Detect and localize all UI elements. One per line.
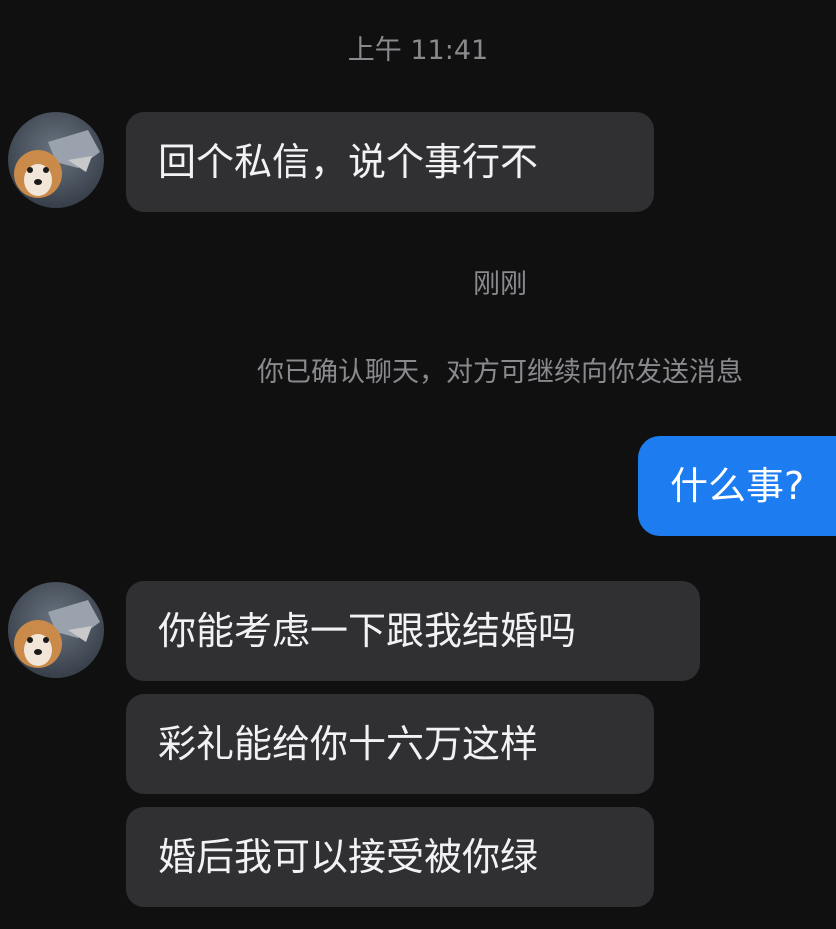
message-bubble-incoming[interactable]: 回个私信，说个事行不 [126,112,654,212]
avatar-image [8,112,104,208]
chat-view: 上午 11:41 回个私信，说个事行不 刚刚 你已确认聊天，对方可继续向你发送消… [0,0,836,929]
avatar[interactable] [8,112,104,208]
message-bubble-incoming[interactable]: 彩礼能给你十六万这样 [126,694,654,794]
timestamp: 上午 11:41 [347,35,489,66]
timestamp-recent: 刚刚 [473,269,527,300]
avatar-image [8,582,104,678]
message-bubble-incoming[interactable]: 你能考虑一下跟我结婚吗 [126,581,700,681]
avatar[interactable] [8,582,104,678]
message-bubble-outgoing[interactable]: 什么事? [638,436,836,536]
system-notice: 你已确认聊天，对方可继续向你发送消息 [257,357,743,388]
message-bubble-incoming[interactable]: 婚后我可以接受被你绿 [126,807,654,907]
